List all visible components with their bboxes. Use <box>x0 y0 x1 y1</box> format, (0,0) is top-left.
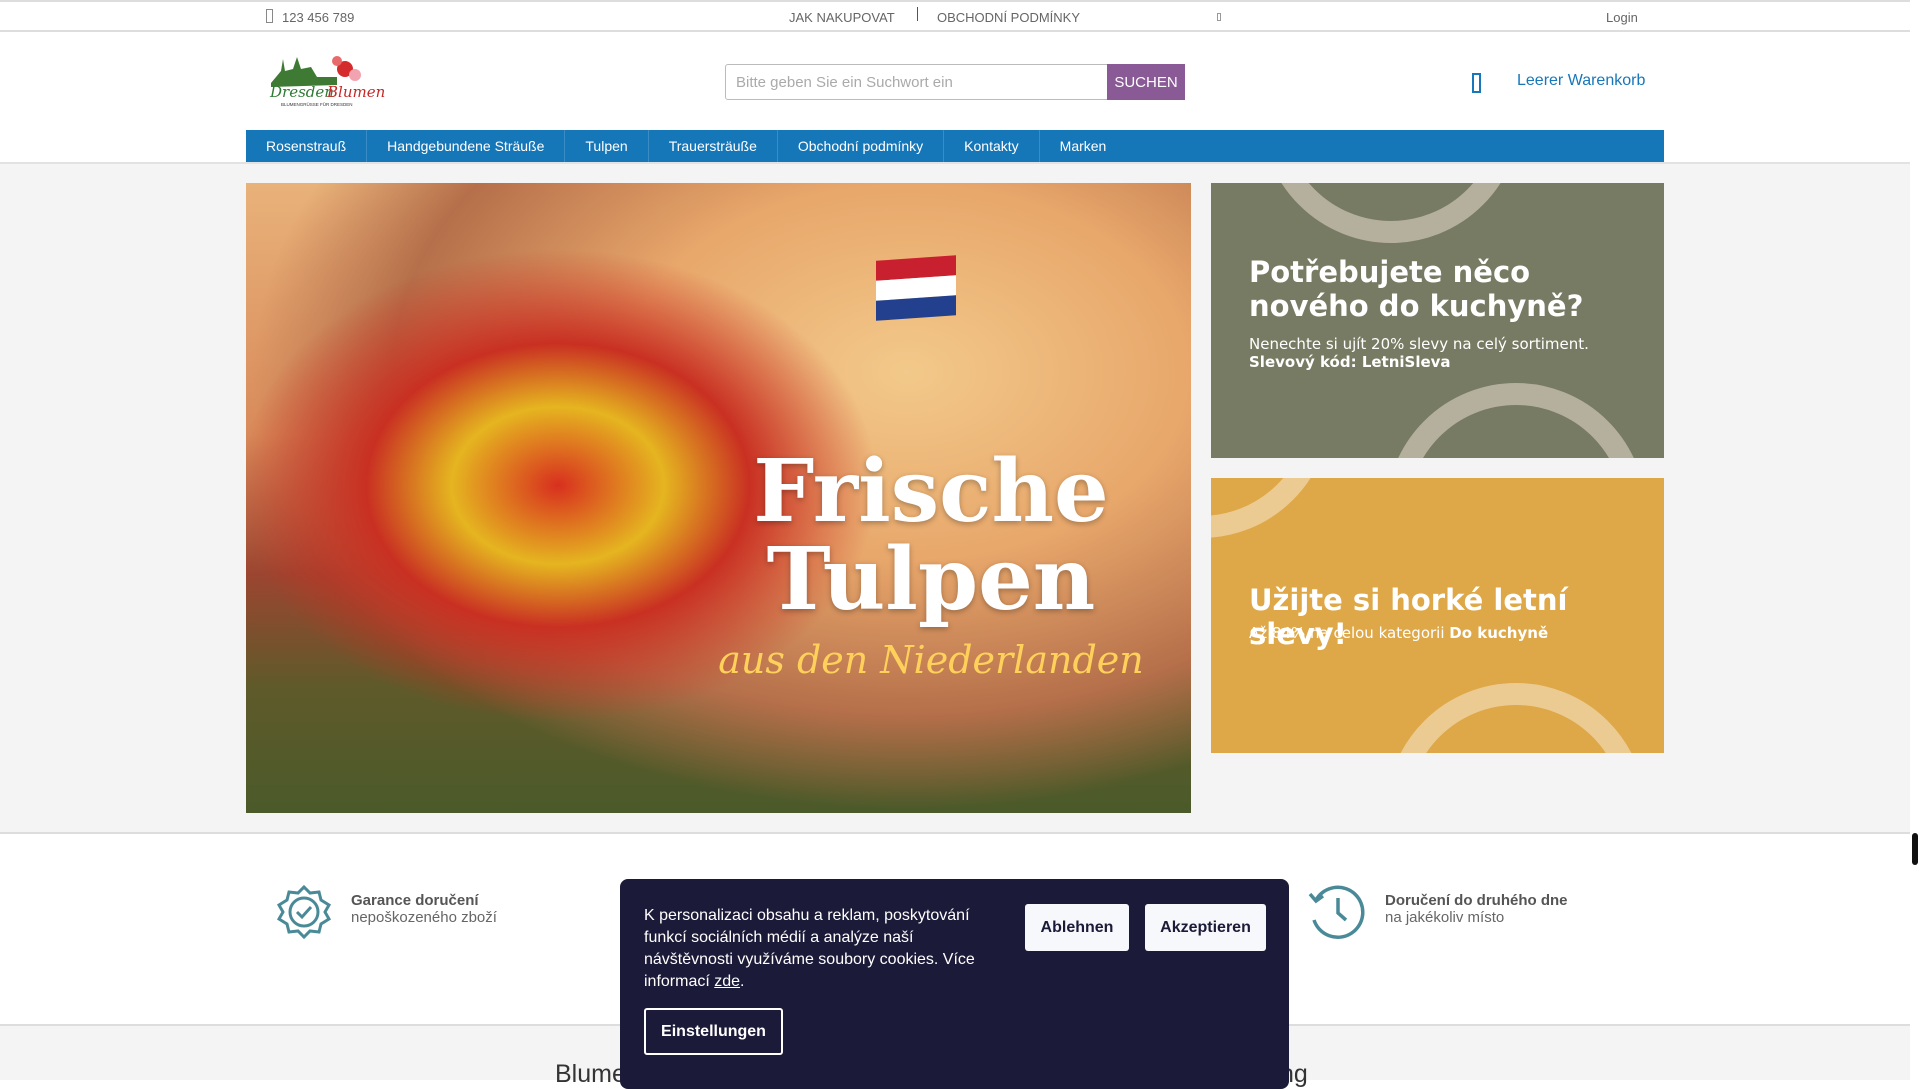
decor-ring <box>1386 683 1646 753</box>
svg-text:Dresden: Dresden <box>269 83 334 101</box>
cart-icon[interactable] <box>1472 73 1481 93</box>
logo[interactable]: Dresden Blumen BLUMENGRÜSSE FÜR DRESDEN <box>267 51 387 109</box>
cart-link[interactable]: Leerer Warenkorb <box>1517 72 1645 90</box>
nav-item-marken[interactable]: Marken <box>1040 130 1127 162</box>
section-heading-start: Blume <box>555 1060 626 1088</box>
nav-item-kontakty[interactable]: Kontakty <box>944 130 1040 162</box>
banner-code: Slevový kód: LetniSleva <box>1249 353 1451 371</box>
nav-item-obchodni-podminky[interactable]: Obchodní podmínky <box>778 130 945 162</box>
link-obchodni-podminky[interactable]: OBCHODNÍ PODMÍNKY <box>937 10 1080 25</box>
phone-icon <box>266 9 273 23</box>
promo-banner-kitchen[interactable]: Potřebujete něco nového do kuchyně? Nene… <box>1211 183 1664 458</box>
cookie-consent-dialog: K personalizaci obsahu a reklam, poskyto… <box>620 879 1289 1089</box>
logo-tagline: BLUMENGRÜSSE FÜR DRESDEN <box>281 101 353 107</box>
divider <box>917 7 918 21</box>
banner-text: Nenechte si ujít 20% slevy na celý sorti… <box>1249 335 1589 353</box>
scrollbar[interactable] <box>1910 0 1920 1080</box>
decor-ring <box>1386 383 1646 458</box>
main-nav: Rosenstrauß Handgebundene Sträuße Tulpen… <box>246 130 1664 162</box>
nav-item-handgebundene[interactable]: Handgebundene Sträuße <box>367 130 566 162</box>
search-input[interactable] <box>725 64 1108 100</box>
cookie-more-info-link[interactable]: zde <box>714 973 740 990</box>
netherlands-flag-icon <box>876 255 956 321</box>
banner-text: Až 84% na celou kategorii Do kuchyně <box>1249 624 1549 642</box>
link-jak-nakupovat[interactable]: JAK NAKUPOVAT <box>789 10 895 25</box>
search-button[interactable]: SUCHEN <box>1107 64 1185 100</box>
promo-banner-summer-sale[interactable]: Užijte si horké letní slevy! Až 84% na c… <box>1211 478 1664 753</box>
feature-next-day-delivery: Doručení do druhého dne na jakékoliv míst… <box>1385 892 1568 926</box>
cookie-settings-button[interactable]: Einstellungen <box>644 1008 783 1055</box>
language-icon[interactable] <box>1217 13 1221 21</box>
hero-title: Frische Tulpen <box>753 441 1109 630</box>
decor-ring <box>1261 183 1521 243</box>
history-clock-icon <box>1308 885 1365 939</box>
accept-cookies-button[interactable]: Akzeptieren <box>1145 904 1266 951</box>
nav-item-trauerstraeusse[interactable]: Trauersträuße <box>649 130 778 162</box>
badge-check-icon <box>276 884 332 940</box>
nav-item-rosenstrauss[interactable]: Rosenstrauß <box>246 130 368 162</box>
decor-ring <box>1211 478 1331 538</box>
hero-banner[interactable]: Frische Tulpen aus den Niederlanden <box>246 183 1191 813</box>
svg-text:Blumen: Blumen <box>326 83 385 101</box>
top-bar: 123 456 789 JAK NAKUPOVAT OBCHODNÍ PODMÍ… <box>0 0 1910 32</box>
phone-number: 123 456 789 <box>282 10 355 25</box>
login-link[interactable]: Login <box>1606 10 1638 25</box>
reject-cookies-button[interactable]: Ablehnen <box>1025 904 1129 951</box>
cookie-text: K personalizaci obsahu a reklam, poskyto… <box>644 907 975 990</box>
banner-title: Potřebujete něco nového do kuchyně? <box>1249 255 1584 323</box>
scrollbar-thumb[interactable] <box>1912 833 1918 865</box>
hero-subtitle: aus den Niederlanden <box>718 638 1144 682</box>
feature-delivery-guarantee: Garance doručení nepoškozeného zboží <box>351 892 497 926</box>
nav-item-tulpen[interactable]: Tulpen <box>565 130 649 162</box>
